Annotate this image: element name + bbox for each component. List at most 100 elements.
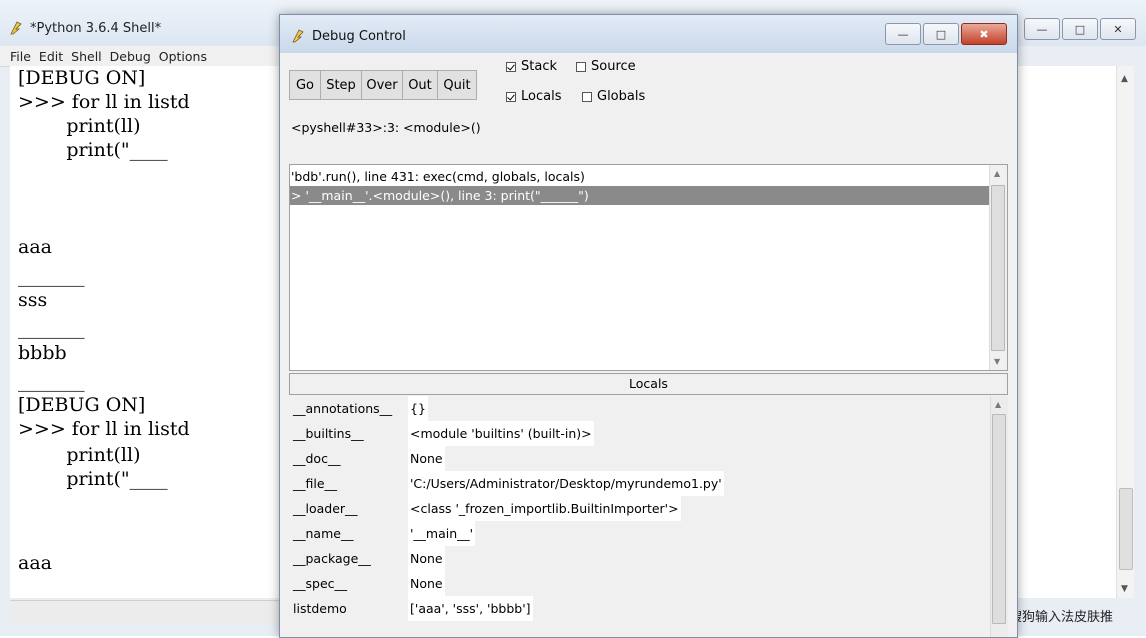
shell-line: aaa — [18, 552, 52, 574]
locals-header: Locals — [289, 373, 1008, 395]
locals-checkbox[interactable]: Locals — [506, 89, 561, 104]
shell-line: print(ll) — [18, 115, 141, 137]
local-value[interactable]: None — [408, 546, 445, 571]
python-feather-icon — [290, 28, 306, 44]
shell-title: *Python 3.6.4 Shell* — [8, 20, 161, 36]
checkbox-label: Source — [591, 59, 636, 74]
menu-options[interactable]: Options — [159, 49, 207, 64]
local-row: __loader__ <class '_frozen_importlib.Buil… — [289, 496, 989, 521]
local-row: __spec__ None — [289, 571, 989, 596]
stack-frame[interactable]: 'bdb'.run(), line 431: exec(cmd, globals… — [290, 167, 989, 186]
stack-checkbox[interactable]: Stack — [506, 59, 557, 74]
local-value[interactable]: '__main__' — [408, 521, 476, 546]
shell-line: print(ll) — [18, 444, 141, 466]
local-row: __file__ 'C:/Users/Administrator/Desktop/… — [289, 471, 989, 496]
checkbox-checked-icon — [506, 61, 516, 72]
menu-file[interactable]: File — [10, 49, 31, 64]
shell-line: >>> for ll in listd — [18, 418, 190, 440]
local-value[interactable]: 'C:/Users/Administrator/Desktop/myrundem… — [408, 471, 724, 496]
checkbox-checked-icon — [506, 91, 516, 102]
quit-button[interactable]: Quit — [437, 70, 477, 100]
shell-line: sss — [18, 289, 48, 311]
debug-client-area: Go Step Over Out Quit Stack Source Local… — [287, 53, 1008, 637]
local-value[interactable]: {} — [408, 396, 428, 421]
shell-title-text: *Python 3.6.4 Shell* — [30, 20, 162, 36]
debug-control-window: Debug Control — □ ✖ Go Step Over Out Qui… — [279, 14, 1018, 638]
minimize-button[interactable]: — — [885, 23, 921, 45]
locals-scrollbar[interactable]: ▲ — [990, 396, 1008, 637]
shell-line: print("____ — [18, 139, 168, 161]
maximize-button[interactable]: □ — [923, 23, 959, 45]
debug-titlebar[interactable]: Debug Control — □ ✖ — [280, 15, 1017, 53]
ime-text: 搜狗输入法皮肤推 — [1009, 610, 1114, 625]
debug-window-controls: — □ ✖ — [885, 23, 1007, 45]
source-checkbox[interactable]: Source — [576, 59, 636, 74]
scroll-up-arrow-icon[interactable]: ▲ — [995, 400, 1001, 409]
local-name: __file__ — [293, 476, 338, 491]
stack-list[interactable]: 'bdb'.run(), line 431: exec(cmd, globals… — [289, 164, 1008, 371]
shell-menubar: File Edit Shell Debug Options — [0, 46, 300, 67]
shell-line: [DEBUG ON] — [18, 394, 146, 416]
debug-title-text: Debug Control — [312, 28, 406, 44]
local-name: __loader__ — [293, 501, 358, 516]
checkbox-label: Stack — [521, 59, 557, 74]
local-value[interactable]: <module 'builtins' (built-in)> — [408, 421, 594, 446]
stack-scrollbar[interactable]: ▲ ▼ — [989, 165, 1007, 370]
step-button[interactable]: Step — [320, 70, 362, 100]
close-button[interactable]: ✖ — [961, 23, 1007, 45]
local-value[interactable]: None — [408, 571, 445, 596]
out-button[interactable]: Out — [402, 70, 438, 100]
shell-line: print("____ — [18, 468, 168, 490]
scroll-thumb[interactable] — [991, 185, 1005, 351]
shell-text-area-right[interactable] — [1014, 66, 1132, 598]
local-name: __package__ — [293, 551, 371, 566]
scroll-down-arrow-icon[interactable]: ▼ — [994, 357, 1000, 366]
local-row: listdemo ['aaa', 'sss', 'bbbb'] — [289, 596, 989, 621]
minimize-button[interactable]: — — [1024, 18, 1060, 40]
scroll-up-arrow-icon[interactable]: ▲ — [994, 169, 1000, 178]
shell-line: >>> for ll in listd — [18, 91, 190, 113]
python-feather-icon — [8, 20, 24, 36]
shell-window-controls: — □ ✕ — [1024, 18, 1136, 40]
menu-debug[interactable]: Debug — [110, 49, 151, 64]
stack-frame-selected[interactable]: > '__main__'.<module>(), line 3: print("… — [290, 186, 989, 205]
debug-toolbar: Go Step Over Out Quit — [289, 70, 477, 100]
shell-line: _______ — [18, 370, 85, 392]
checkbox-label: Globals — [597, 89, 646, 104]
shell-line: _______ — [18, 317, 85, 339]
local-value[interactable]: ['aaa', 'sss', 'bbbb'] — [408, 596, 533, 621]
shell-text-area[interactable]: [DEBUG ON] >>> for ll in listd print(ll)… — [10, 66, 290, 598]
local-row: __annotations__ {} — [289, 396, 989, 421]
over-button[interactable]: Over — [361, 70, 403, 100]
checkbox-label: Locals — [521, 89, 562, 104]
local-row: __package__ None — [289, 546, 989, 571]
shell-status-bar — [10, 600, 290, 623]
globals-checkbox[interactable]: Globals — [582, 89, 645, 104]
scroll-down-arrow-icon[interactable]: ▼ — [1121, 584, 1128, 594]
scroll-thumb[interactable] — [1119, 488, 1133, 570]
locals-list[interactable]: __annotations__ {} __builtins__ <module 'b… — [289, 396, 1008, 637]
local-row: __name__ '__main__' — [289, 521, 989, 546]
local-value[interactable]: <class '_frozen_importlib.BuiltinImporte… — [408, 496, 681, 521]
checkbox-unchecked-icon — [576, 61, 586, 72]
local-name: __spec__ — [293, 576, 348, 591]
debug-status-line: <pyshell#33>:3: <module>() — [291, 120, 481, 135]
menu-shell[interactable]: Shell — [71, 49, 102, 64]
local-name: __doc__ — [293, 451, 341, 466]
local-row: __builtins__ <module 'builtins' (built-in… — [289, 421, 989, 446]
debug-title: Debug Control — [290, 28, 406, 44]
go-button[interactable]: Go — [289, 70, 321, 100]
menu-edit[interactable]: Edit — [39, 49, 63, 64]
local-row: __doc__ None — [289, 446, 989, 471]
close-button[interactable]: ✕ — [1100, 18, 1136, 40]
maximize-button[interactable]: □ — [1062, 18, 1098, 40]
shell-line: [DEBUG ON] — [18, 67, 146, 89]
local-name: __name__ — [293, 526, 354, 541]
scroll-up-arrow-icon[interactable]: ▲ — [1121, 74, 1128, 84]
shell-line: aaa — [18, 236, 52, 258]
shell-scrollbar[interactable]: ▲ ▼ — [1116, 66, 1134, 598]
scroll-thumb[interactable] — [992, 414, 1006, 624]
shell-line: bbbb — [18, 342, 67, 364]
local-name: listdemo — [293, 601, 347, 616]
local-value[interactable]: None — [408, 446, 445, 471]
